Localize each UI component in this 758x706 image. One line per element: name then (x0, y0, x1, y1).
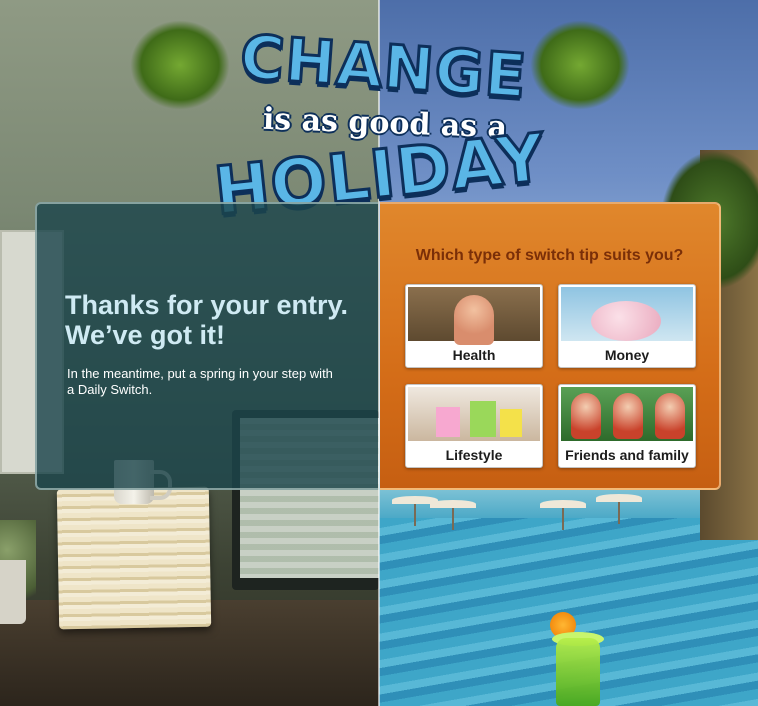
piggy-bank-photo (561, 287, 693, 341)
beach-umbrella (430, 500, 476, 530)
confirmation-panel: Thanks for your entry. We’ve got it! In … (35, 202, 378, 490)
tile-money[interactable]: Money (558, 284, 696, 368)
child (613, 393, 643, 439)
confirmation-title: Thanks for your entry. We’ve got it! (65, 290, 365, 350)
tile-health[interactable]: Health (405, 284, 543, 368)
tile-friends-family[interactable]: Friends and family (558, 384, 696, 468)
tile-label-money: Money (604, 347, 650, 363)
background-scene: CHANGE is as good as a HOLIDAY Thanks fo… (0, 0, 758, 706)
beach-umbrella (540, 500, 586, 530)
children-photo (561, 387, 693, 441)
beach-umbrella (596, 494, 642, 524)
child (571, 393, 601, 439)
tile-label-friends-family: Friends and family (565, 447, 689, 463)
paper-stack (56, 486, 212, 630)
plant-pot (0, 560, 26, 624)
tile-label-health: Health (452, 347, 496, 363)
headline-graphic: CHANGE is as good as a HOLIDAY (180, 18, 580, 232)
cocktail-glass (556, 638, 600, 706)
shopping-bag (500, 409, 522, 437)
switch-tips-question: Which type of switch tip suits you? (415, 247, 684, 264)
headline-change: CHANGE (236, 21, 530, 114)
health-photo (408, 287, 540, 345)
tile-label-lifestyle: Lifestyle (445, 447, 503, 463)
shopping-bags-photo (408, 387, 540, 441)
child (655, 393, 685, 439)
man-exercising (454, 295, 494, 345)
shopping-bag (436, 407, 460, 437)
confirmation-title-line1: Thanks for your entry. (65, 290, 349, 320)
shopping-bag (470, 401, 496, 437)
confirmation-body: In the meantime, put a spring in your st… (67, 366, 333, 397)
confirmation-title-line2: We’ve got it! (65, 320, 226, 350)
switch-tips-panel: Which type of switch tip suits you? Heal… (380, 202, 721, 490)
piggy-bank (591, 301, 661, 341)
tile-lifestyle[interactable]: Lifestyle (405, 384, 543, 468)
